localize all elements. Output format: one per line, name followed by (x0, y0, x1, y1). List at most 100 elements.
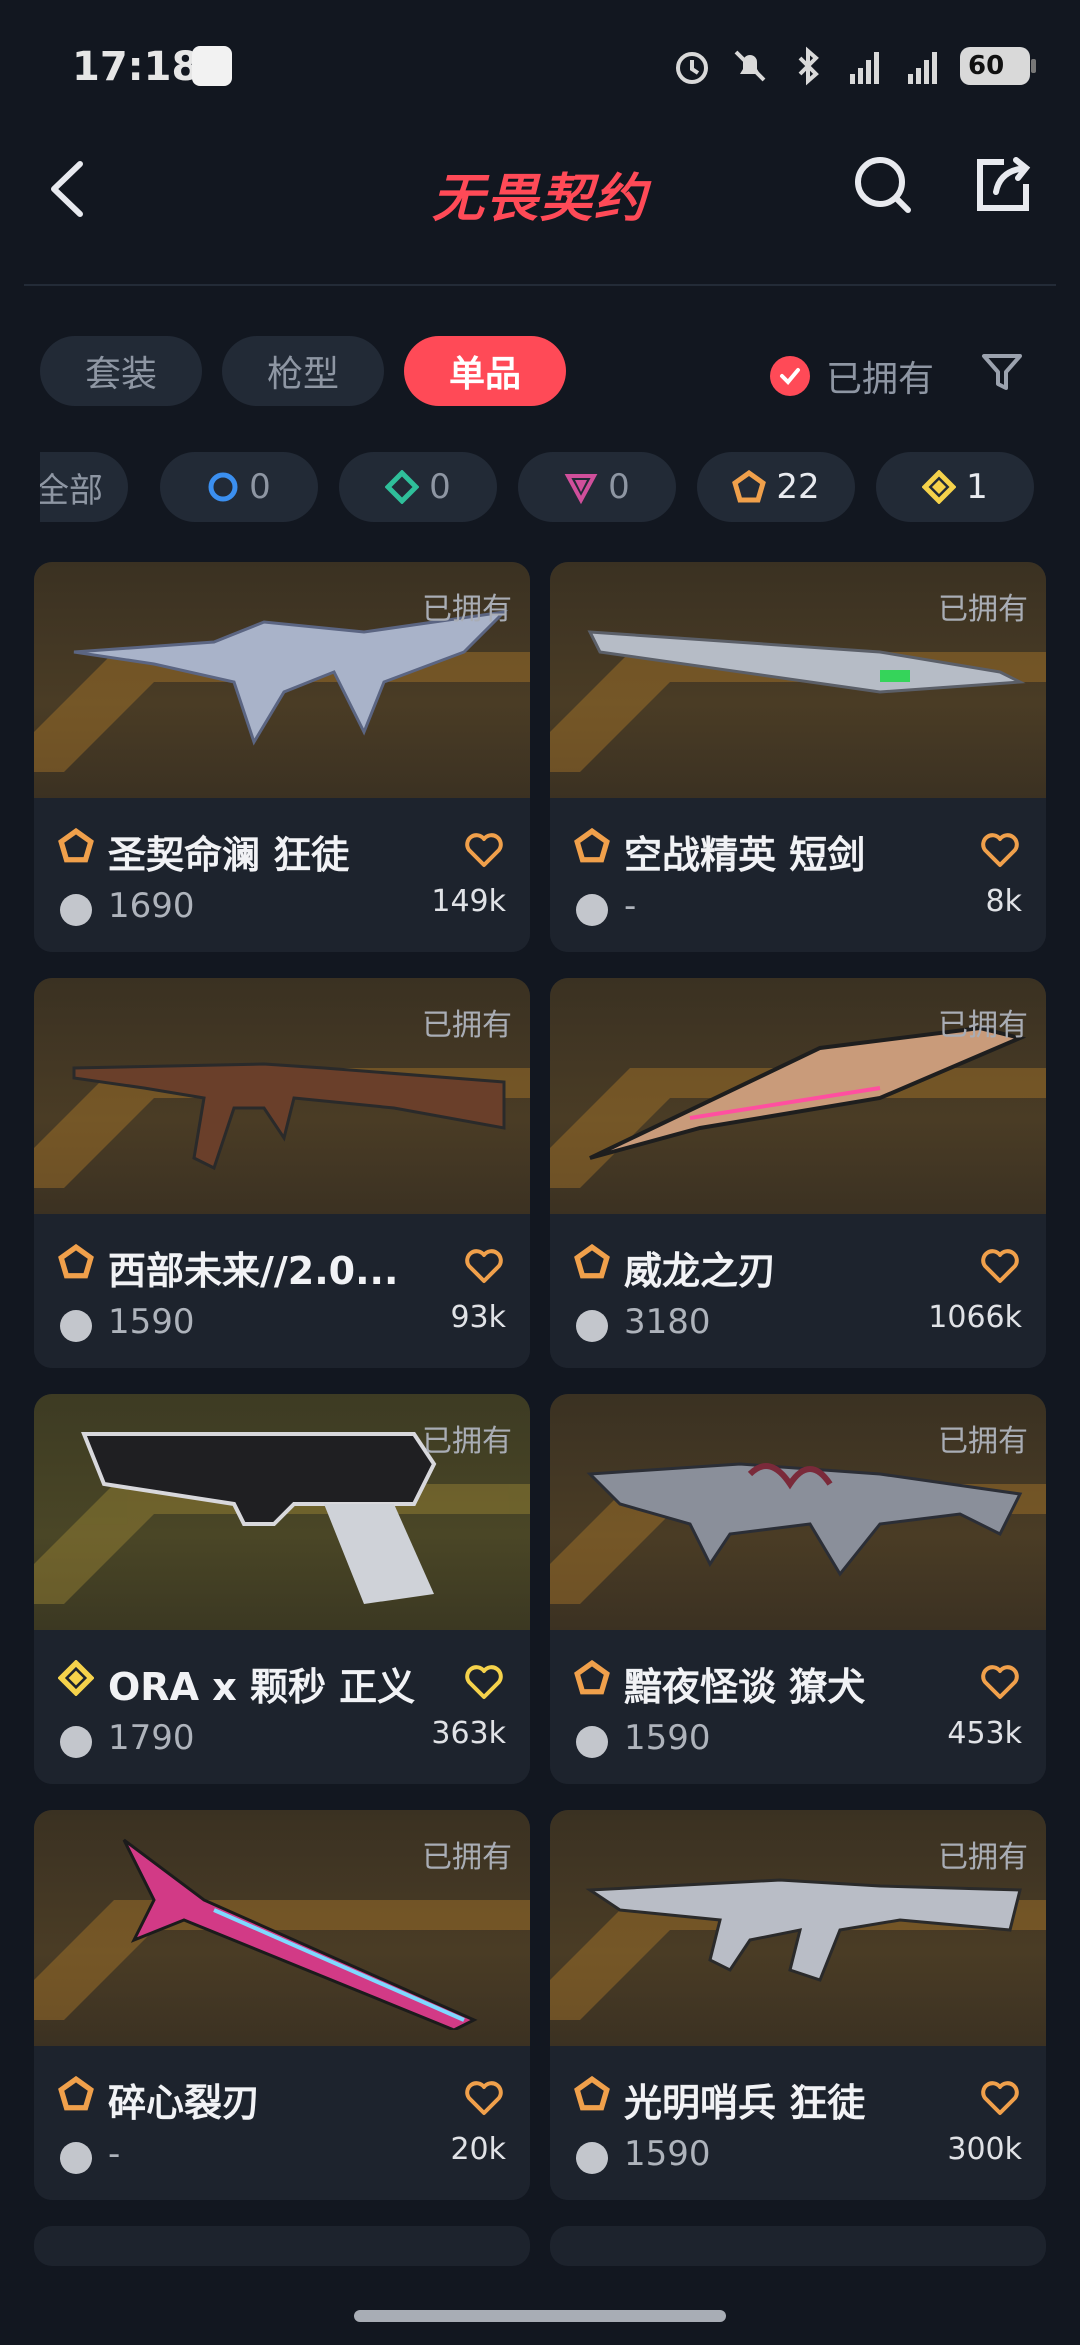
owned-tag: 已拥有 (938, 1424, 1028, 1459)
like-count: 453k (947, 1716, 1022, 1751)
skin-card[interactable]: 已拥有 光明哨兵 狂徒 1590 300k (550, 1810, 1046, 2200)
orange-pentagon-tier-icon (732, 470, 767, 503)
like-count: 149k (431, 884, 506, 919)
rarity-filter-chips: 全部 0 0 0 22 1 (40, 452, 1040, 524)
owned-filter-toggle[interactable]: 已拥有 (770, 350, 934, 402)
skin-name: 西部未来//2.0... (108, 1249, 399, 1293)
vp-currency-icon (576, 1726, 608, 1758)
exclusive-tier-icon (58, 828, 94, 863)
heart-icon[interactable] (464, 1664, 504, 1700)
skin-price: 1590 (108, 1302, 195, 1342)
heart-icon[interactable] (464, 2080, 504, 2116)
skin-image: 已拥有 (550, 1810, 1046, 2046)
pink-triangle-tier-icon (564, 474, 598, 504)
rifle-silhouette-icon (72, 1062, 506, 1171)
skin-image: 已拥有 (550, 978, 1046, 1214)
skin-image: 已拥有 (34, 1394, 530, 1630)
chip-deluxe-tier[interactable]: 0 (339, 452, 497, 522)
chip-select-tier[interactable]: 0 (160, 452, 318, 522)
skin-card[interactable]: 已拥有 西部未来//2.0... 1590 93k (34, 978, 530, 1368)
share-icon[interactable] (970, 152, 1036, 218)
skin-card[interactable]: 已拥有 ORA x 颗秒 正义 1790 363k (34, 1394, 530, 1784)
bluetooth-icon (798, 46, 819, 86)
status-bar: 17:18 60 (0, 0, 1080, 130)
like-count: 8k (985, 884, 1022, 919)
skin-image: 已拥有 (550, 562, 1046, 798)
skin-card-partial[interactable] (550, 2226, 1046, 2266)
heart-icon[interactable] (980, 1664, 1020, 1700)
heart-icon[interactable] (980, 1248, 1020, 1284)
skin-image: 已拥有 (34, 978, 530, 1214)
skin-name: 光明哨兵 狂徒 (624, 2081, 866, 2125)
exclusive-tier-icon (58, 1244, 94, 1279)
tab-bundles[interactable]: 套装 (40, 336, 202, 406)
tab-weapon-types[interactable]: 枪型 (222, 336, 384, 406)
skin-price: 1590 (624, 1718, 711, 1758)
chip-all[interactable]: 全部 (40, 452, 128, 522)
owned-tag: 已拥有 (422, 1840, 512, 1875)
vp-currency-icon (576, 2142, 608, 2174)
header-divider (24, 284, 1056, 286)
chip-select-count: 0 (249, 467, 271, 507)
owned-tag: 已拥有 (422, 1424, 512, 1459)
exclusive-tier-icon (574, 2076, 610, 2111)
like-count: 20k (450, 2132, 506, 2167)
yellow-diamond-tier-icon (922, 470, 957, 504)
exclusive-tier-icon (58, 2076, 94, 2111)
ultra-tier-icon (58, 1660, 94, 1696)
chip-ultra-count: 1 (966, 467, 988, 507)
skin-price: 3180 (624, 1302, 711, 1342)
skin-card[interactable]: 已拥有 圣契命澜 狂徒 1690 149k (34, 562, 530, 952)
home-indicator[interactable] (354, 2310, 726, 2322)
chip-exclusive-count: 22 (776, 467, 820, 507)
skin-card[interactable]: 已拥有 碎心裂刃 - 20k (34, 1810, 530, 2200)
chip-all-label: 全部 (40, 470, 103, 511)
dagger-silhouette-icon (587, 630, 1026, 694)
skin-price: - (108, 2134, 121, 2174)
skin-price: 1690 (108, 886, 195, 926)
heart-icon[interactable] (980, 2080, 1020, 2116)
owned-filter-label: 已拥有 (826, 359, 935, 400)
status-icons: 60 (670, 44, 1036, 88)
battery-indicator: 60 (960, 47, 1036, 85)
owned-tag: 已拥有 (422, 592, 512, 627)
vp-currency-icon (60, 1726, 92, 1758)
chip-premium-count: 0 (608, 467, 630, 507)
heart-icon[interactable] (464, 1248, 504, 1284)
skin-image: 已拥有 (550, 1394, 1046, 1630)
owned-tag: 已拥有 (938, 1840, 1028, 1875)
vp-currency-icon (60, 894, 92, 926)
vp-currency-icon (60, 1310, 92, 1342)
skin-card[interactable]: 已拥有 威龙之刃 3180 1066k (550, 978, 1046, 1368)
skin-image: 已拥有 (34, 562, 530, 798)
chip-ultra-tier[interactable]: 1 (876, 452, 1034, 522)
skin-card[interactable]: 已拥有 空战精英 短剑 - 8k (550, 562, 1046, 952)
tab-single-items[interactable]: 单品 (404, 336, 566, 406)
chip-exclusive-tier[interactable]: 22 (697, 452, 855, 522)
owned-tag: 已拥有 (938, 592, 1028, 627)
like-count: 1066k (928, 1300, 1022, 1335)
vp-currency-icon (60, 2142, 92, 2174)
exclusive-tier-icon (574, 828, 610, 863)
checkmark-icon (770, 356, 810, 396)
like-count: 300k (947, 2132, 1022, 2167)
skin-name: 威龙之刃 (624, 1249, 777, 1293)
filter-icon[interactable] (980, 350, 1024, 394)
chip-premium-tier[interactable]: 0 (518, 452, 676, 522)
search-icon[interactable] (850, 152, 916, 218)
owned-tag: 已拥有 (422, 1008, 512, 1043)
vp-currency-icon (576, 1310, 608, 1342)
owned-tag: 已拥有 (938, 1008, 1028, 1043)
heart-icon[interactable] (464, 832, 504, 868)
exclusive-tier-icon (574, 1244, 610, 1279)
app-header: 无畏契约 (0, 130, 1080, 280)
skin-name: 碎心裂刃 (108, 2081, 261, 2125)
green-diamond-tier-icon (385, 470, 420, 504)
heart-icon[interactable] (980, 832, 1020, 868)
skin-name: 黯夜怪谈 獠犬 (624, 1665, 866, 1709)
signal-5g-icon (850, 52, 879, 84)
like-count: 363k (431, 1716, 506, 1751)
skin-card-partial[interactable] (34, 2226, 530, 2266)
skin-card[interactable]: 已拥有 黯夜怪谈 獠犬 1590 453k (550, 1394, 1046, 1784)
skin-image: 已拥有 (34, 1810, 530, 2046)
